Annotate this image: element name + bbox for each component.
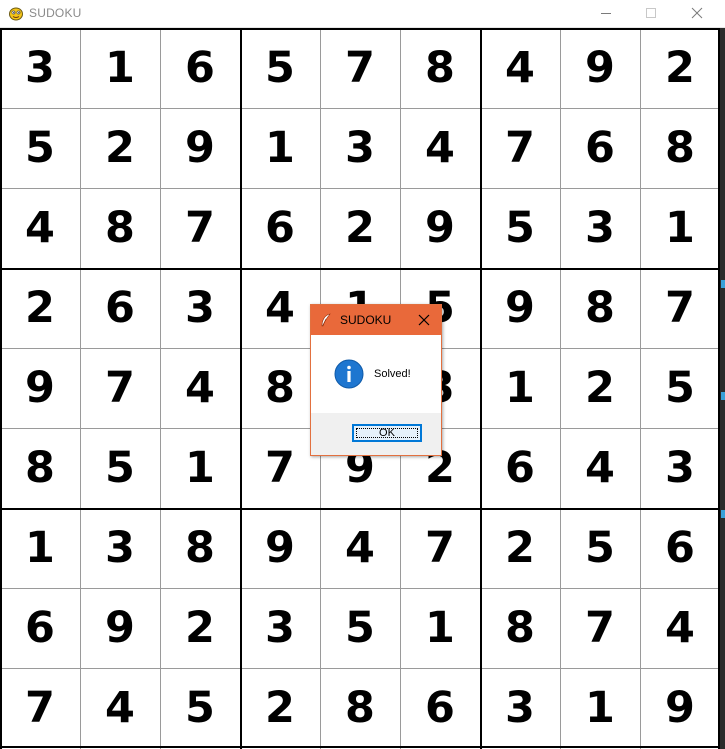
message-dialog: SUDOKU Solved! OK xyxy=(310,304,442,456)
dialog-message: Solved! xyxy=(374,368,411,380)
ok-button[interactable]: OK xyxy=(352,424,422,442)
window-title: SUDOKU xyxy=(29,6,82,20)
dialog-body: Solved! xyxy=(311,335,441,413)
pygame-snake-icon xyxy=(9,7,23,21)
info-icon xyxy=(334,359,364,389)
background-window-mark xyxy=(721,510,725,518)
background-window-mark xyxy=(721,280,725,288)
minimize-icon xyxy=(601,13,611,14)
dialog-title: SUDOKU xyxy=(340,313,392,327)
minimize-button[interactable] xyxy=(583,0,629,26)
window-titlebar[interactable]: SUDOKU xyxy=(0,0,725,28)
ok-button-label: OK xyxy=(379,427,395,439)
maximize-button[interactable] xyxy=(628,0,674,26)
close-button[interactable] xyxy=(674,0,720,26)
maximize-icon xyxy=(646,8,656,18)
close-icon xyxy=(691,7,703,19)
dialog-close-icon[interactable] xyxy=(417,313,431,327)
background-window-edge xyxy=(720,28,725,749)
background-window-mark xyxy=(721,392,725,400)
feather-icon xyxy=(321,313,331,327)
dialog-titlebar[interactable]: SUDOKU xyxy=(311,305,441,335)
dialog-footer: OK xyxy=(311,413,441,455)
